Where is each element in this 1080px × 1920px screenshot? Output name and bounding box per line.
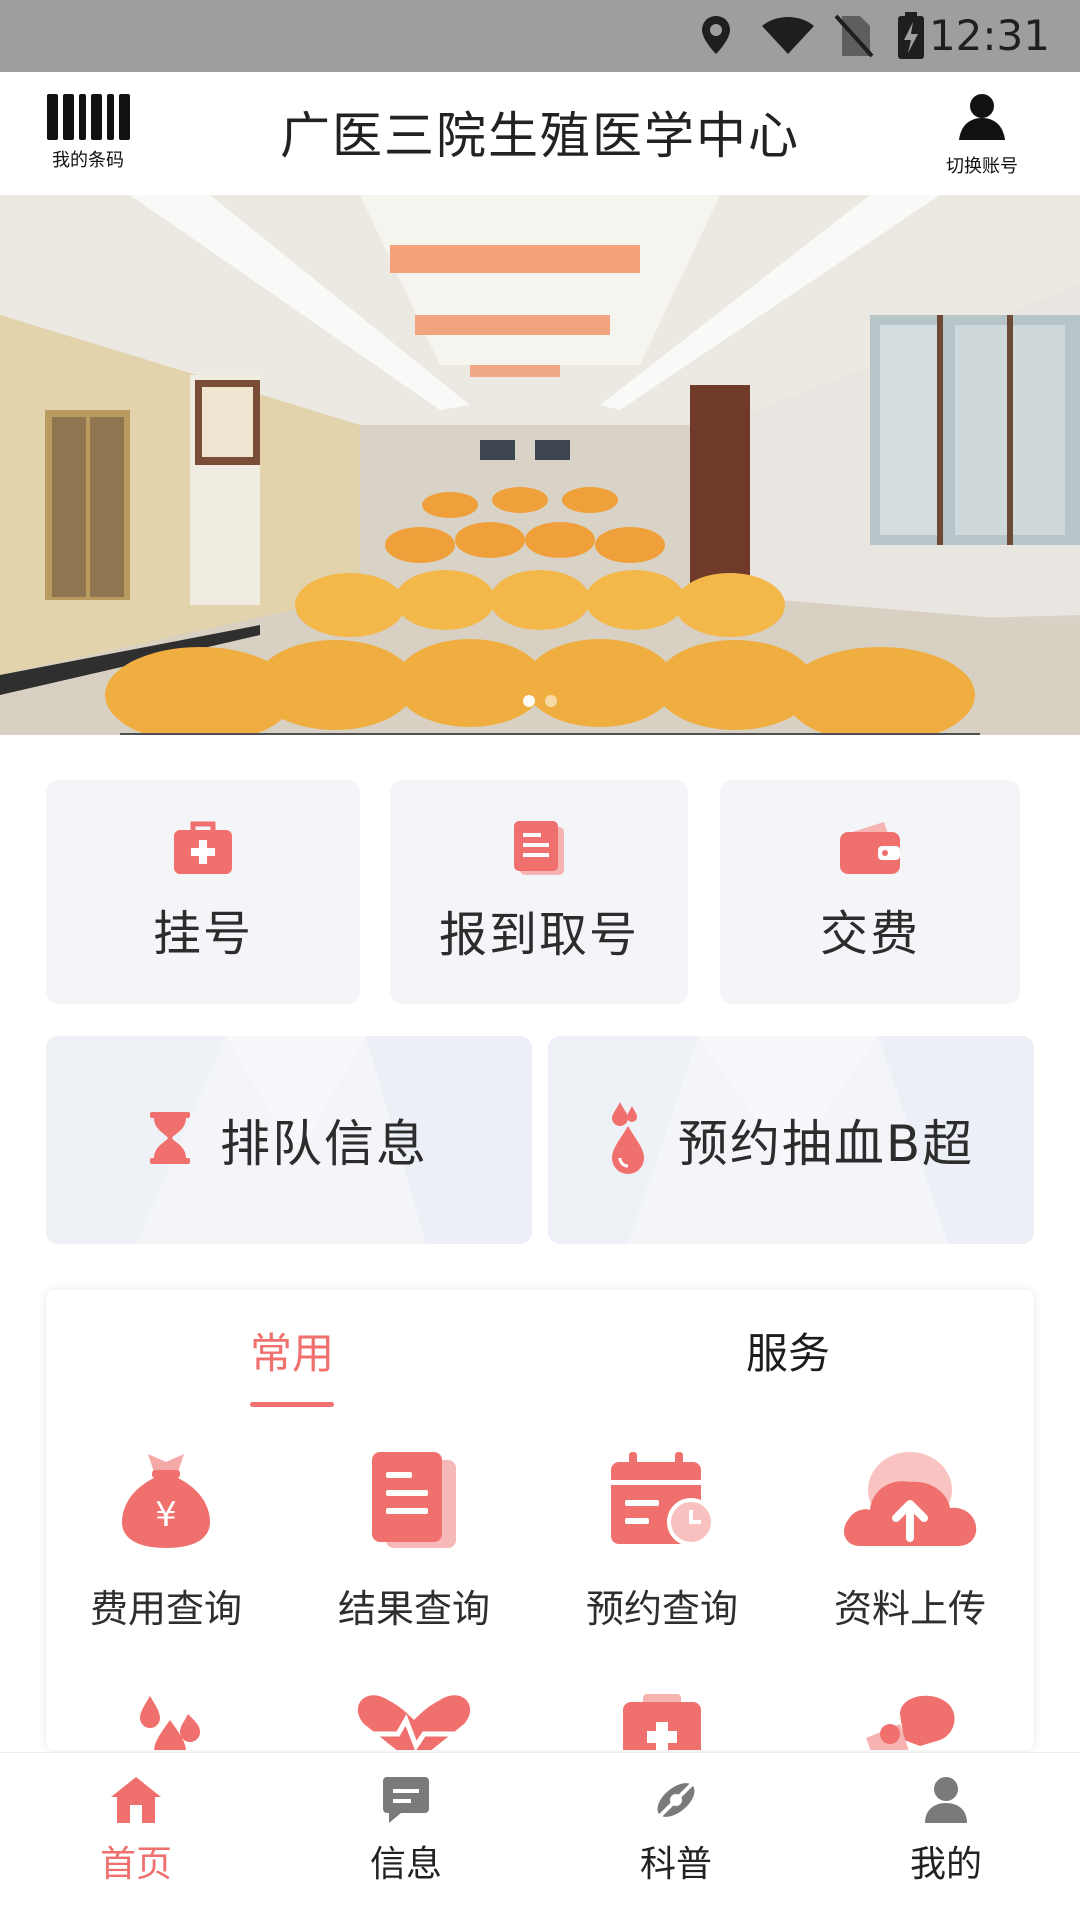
no-sim-icon: [834, 14, 874, 62]
appointment-query-item[interactable]: 预约查询: [562, 1450, 762, 1633]
nav-science-label: 科普: [639, 1844, 712, 1885]
user-icon: [955, 92, 1009, 146]
hourglass-icon: [150, 1112, 190, 1168]
nav-science[interactable]: 科普: [606, 1775, 746, 1887]
nav-home-label: 首页: [99, 1844, 172, 1885]
register-card[interactable]: 挂号: [46, 780, 360, 1004]
tab-common[interactable]: 常用: [250, 1320, 334, 1381]
register-label: 挂号: [152, 906, 253, 962]
app-header: 我的条码 广医三院生殖医学中心 切换账号: [0, 72, 1080, 195]
home-icon: [109, 1775, 163, 1829]
boxing-glove-icon: [860, 1694, 960, 1750]
service-item[interactable]: [562, 1694, 762, 1750]
document-icon: [512, 819, 566, 881]
page-title: 广医三院生殖医学中心: [280, 107, 800, 165]
cloud-upload-icon: [840, 1450, 980, 1554]
medical-kit-icon: [173, 820, 233, 880]
result-query-item[interactable]: 结果查询: [314, 1450, 514, 1633]
wallet-icon: [838, 820, 902, 880]
nav-mine[interactable]: 我的: [876, 1775, 1016, 1887]
blood-ultrasound-card[interactable]: 预约抽血B超: [548, 1036, 1034, 1244]
fee-query-item[interactable]: ¥ 费用查询: [66, 1450, 266, 1633]
nav-home[interactable]: 首页: [66, 1775, 206, 1887]
data-upload-item[interactable]: 资料上传: [810, 1450, 1010, 1633]
heart-pulse-icon: [354, 1694, 474, 1750]
svg-text:¥: ¥: [155, 1495, 177, 1535]
switch-account-button[interactable]: 切换账号: [922, 92, 1042, 178]
queue-info-card[interactable]: 排队信息: [46, 1036, 532, 1244]
message-icon: [381, 1775, 431, 1829]
location-icon: [700, 14, 732, 60]
blood-ultrasound-label: 预约抽血B超: [677, 1115, 975, 1173]
nav-mine-label: 我的: [909, 1844, 982, 1885]
nav-messages[interactable]: 信息: [336, 1775, 476, 1887]
clipboard-medical-icon: [617, 1694, 707, 1750]
check-in-card[interactable]: 报到取号: [390, 780, 688, 1004]
service-item[interactable]: [66, 1694, 266, 1750]
money-bag-icon: ¥: [120, 1450, 212, 1554]
queue-info-label: 排队信息: [220, 1115, 428, 1173]
blood-drops-icon: [126, 1694, 206, 1750]
person-icon: [921, 1775, 971, 1829]
banner-image: [0, 195, 1080, 735]
fee-query-label: 费用查询: [89, 1587, 242, 1631]
bottom-navigation: 首页 信息 科普 我的: [0, 1752, 1080, 1920]
satellite-icon: [651, 1775, 701, 1829]
status-bar: 12:31: [0, 0, 1080, 72]
banner-dot[interactable]: [545, 695, 557, 707]
services-panel: 常用 服务 ¥ 费用查询 结果查询 预约查询 资料上传: [46, 1290, 1034, 1750]
banner-pagination: [0, 695, 1080, 707]
calendar-clock-icon: [607, 1450, 717, 1554]
report-icon: [368, 1450, 460, 1554]
banner-carousel[interactable]: [0, 195, 1080, 735]
nav-messages-label: 信息: [369, 1844, 442, 1885]
switch-account-label: 切换账号: [946, 156, 1018, 177]
data-upload-label: 资料上传: [833, 1587, 986, 1631]
payment-label: 交费: [819, 906, 920, 962]
tab-services[interactable]: 服务: [746, 1320, 830, 1381]
appointment-query-label: 预约查询: [585, 1587, 738, 1631]
payment-card[interactable]: 交费: [720, 780, 1020, 1004]
battery-charging-icon: [896, 12, 926, 64]
banner-dot[interactable]: [523, 695, 535, 707]
result-query-label: 结果查询: [337, 1587, 490, 1631]
check-in-label: 报到取号: [438, 907, 639, 963]
service-item[interactable]: [810, 1694, 1010, 1750]
active-tab-indicator: [250, 1402, 334, 1407]
blood-drop-icon: [608, 1100, 648, 1180]
status-time: 12:31: [928, 11, 1050, 60]
service-item[interactable]: [314, 1694, 514, 1750]
wifi-icon: [760, 16, 816, 60]
